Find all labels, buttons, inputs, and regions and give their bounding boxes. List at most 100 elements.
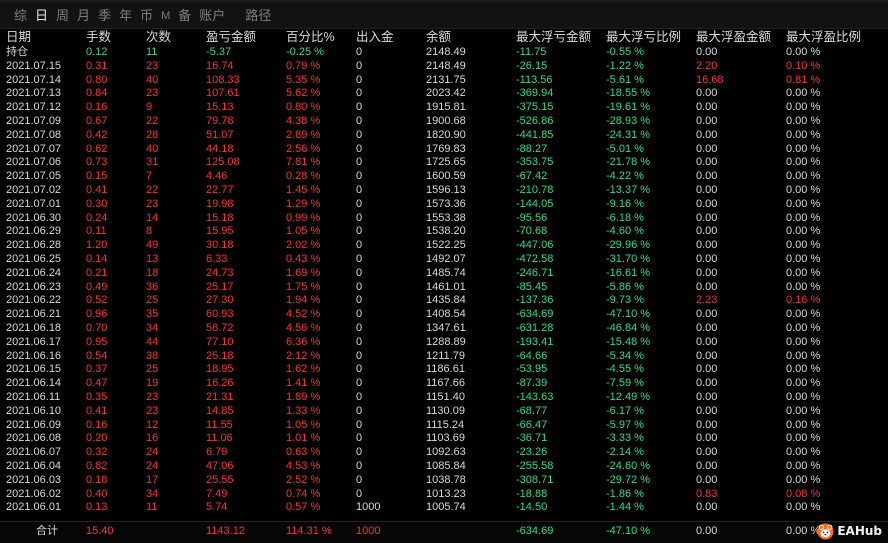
col-header-max-runup[interactable]: 最大浮盈金额 [696,29,771,45]
cell-lots: 0.12 [86,46,108,58]
cell-max-runup-pct: 0.00 % [786,335,821,348]
cell-count: 34 [146,487,159,500]
cell-max-runup-pct: 0.00 % [786,404,821,417]
table-row[interactable]: 2021.07.02 0.41 22 22.77 1.45 % 0 1596.13 -210.… [0,183,888,197]
table-row[interactable]: 2021.07.15 0.31 23 16.74 0.79 % 0 2148.49 -26.1… [0,59,888,73]
cell-max-drawdown: -113.56 [516,73,553,86]
table-row[interactable]: 2021.07.05 0.15 7 4.46 0.28 % 0 1600.59 -67.42 -… [0,169,888,183]
table-row[interactable]: 2021.06.28 1.20 49 30.18 2.02 % 0 1522.25 -447.… [0,238,888,252]
table-row[interactable]: 2021.06.30 0.24 14 15.18 0.99 % 0 1553.38 -95.5… [0,211,888,225]
cell-deposit: 0 [356,432,363,445]
table-row[interactable]: 2021.06.17 0.95 44 77.10 6.36 % 0 1288.89 -193.… [0,335,888,349]
cell-max-drawdown: -137.36 [516,294,554,307]
cell-pnl: 25.17 [206,280,234,293]
cell-deposit: 0 [356,404,363,417]
col-header-lots[interactable]: 手数 [86,29,111,45]
cell-max-runup: 0.00 [696,432,718,445]
tab-overview[interactable]: 综 [14,3,27,29]
table-row[interactable]: 2021.07.07 0.62 40 44.18 2.56 % 0 1769.83 -88.2… [0,142,888,156]
col-header-max-drawdown-pct[interactable]: 最大浮亏比例 [606,29,681,45]
col-header-percent[interactable]: 百分比% [286,29,335,45]
table-row[interactable]: 2021.07.08 0.42 28 51.07 2.89 % 0 1820.90 -441.… [0,128,888,142]
cell-max-drawdown-pct: -0.55 % [606,46,644,58]
cell-max-drawdown-pct: -6.18 % [606,211,644,224]
cell-max-runup-pct: 0.10 % [786,59,821,72]
cell-pnl: 21.31 [206,390,234,403]
cell-max-runup-pct: 0.00 % [786,418,821,431]
table-row[interactable]: 2021.06.11 0.35 23 21.31 1.89 % 0 1151.40 -143.… [0,390,888,404]
cell-max-drawdown-pct: -29.72 % [606,473,651,486]
col-header-date[interactable]: 日期 [6,29,31,45]
cell-max-runup-pct: 0.00 % [786,321,821,334]
table-row[interactable]: 2021.06.22 0.52 25 27.30 1.94 % 0 1435.84 -137.… [0,293,888,307]
cell-count: 22 [146,114,159,127]
cell-deposit: 0 [356,390,363,403]
table-row[interactable]: 2021.06.08 0.20 16 11.06 1.01 % 0 1103.69 -36.7… [0,431,888,445]
open-position-row[interactable]: 持仓 0.12 11 -5.37 -0.25 % 0 2148.49 -11.75 -0.55 … [0,45,888,59]
table-row[interactable]: 2021.07.12 0.16 9 15.13 0.80 % 0 1915.81 -375.1… [0,100,888,114]
cell-pnl: 27.30 [206,294,234,307]
table-row[interactable]: 2021.06.16 0.54 38 25.18 2.12 % 0 1211.79 -64.6… [0,349,888,363]
cell-deposit: 0 [356,211,363,224]
tab-account[interactable]: 账户 [199,3,225,29]
table-row[interactable]: 2021.06.23 0.49 36 25.17 1.75 % 0 1461.01 -85.4… [0,280,888,294]
tab-currency[interactable]: 币 [140,3,153,29]
cell-percent: 1.33 % [286,404,321,417]
table-row[interactable]: 2021.06.07 0.32 24 6.79 0.63 % 0 1092.63 -23.26… [0,445,888,459]
cell-percent: 0.74 % [286,487,321,500]
tab-path[interactable]: 路径 [245,3,271,29]
cell-max-runup: 0.83 [696,487,718,500]
cell-date: 2021.06.02 [6,487,62,500]
col-header-deposit[interactable]: 出入金 [356,29,394,45]
table-row[interactable]: 2021.06.29 0.11 8 15.95 1.05 % 0 1538.20 -70.68… [0,224,888,238]
tab-yearly[interactable]: 年 [119,3,132,29]
table-row[interactable]: 2021.06.01 0.13 11 5.74 0.57 % 1000 1005.74 -14… [0,500,888,514]
cell-pnl: 25.55 [206,473,234,486]
table-row[interactable]: 2021.06.14 0.47 19 16.26 1.41 % 0 1167.66 -87.3… [0,376,888,390]
cell-deposit: 0 [356,294,363,307]
cell-max-runup-pct: 0.00 % [786,252,821,265]
table-row[interactable]: 2021.06.15 0.37 25 18.95 1.62 % 0 1186.61 -53.9… [0,362,888,376]
table-row[interactable]: 2021.06.03 0.18 17 25.55 2.52 % 0 1038.78 -308.… [0,473,888,487]
cell-max-drawdown: -144.05 [516,197,554,210]
table-row[interactable]: 2021.06.18 0.70 34 58.72 4.56 % 0 1347.61 -631.… [0,321,888,335]
table-row[interactable]: 2021.06.25 0.14 13 6.33 0.43 % 0 1492.07 -472.5… [0,252,888,266]
cell-percent: 1.89 % [286,390,321,403]
tab-notes[interactable]: 备 [178,3,191,29]
col-header-count[interactable]: 次数 [146,29,171,45]
cell-balance: 1461.01 [426,280,466,293]
table-row[interactable]: 2021.07.06 0.73 31 125.08 7.81 % 0 1725.65 -353… [0,155,888,169]
col-header-max-drawdown[interactable]: 最大浮亏金额 [516,29,591,45]
cell-max-drawdown-pct: -9.73 % [606,294,644,307]
totals-max-runup-pct: 0.00 % [786,525,821,537]
tab-weekly[interactable]: 周 [56,3,69,29]
cell-deposit: 0 [356,114,363,127]
cell-percent: 1.05 % [286,225,321,238]
table-row[interactable]: 2021.06.21 0.96 35 60.93 4.52 % 0 1408.54 -634.… [0,307,888,321]
tab-quarterly[interactable]: 季 [98,3,111,29]
cell-pnl: 6.79 [206,446,228,459]
col-header-balance[interactable]: 余额 [426,29,451,45]
tab-m[interactable]: M [161,3,170,29]
cell-date: 2021.06.18 [6,321,62,334]
col-header-max-runup-pct[interactable]: 最大浮盈比例 [786,29,861,45]
table-row[interactable]: 2021.07.01 0.30 23 19.98 1.29 % 0 1573.36 -144.… [0,197,888,211]
table-row[interactable]: 2021.06.02 0.40 34 7.49 0.74 % 0 1013.23 -18.88… [0,487,888,501]
cell-max-runup-pct: 0.00 % [786,197,821,210]
col-header-pnl[interactable]: 盈亏金额 [206,29,256,45]
cell-percent: 1.01 % [286,432,321,445]
table-row[interactable]: 2021.06.24 0.21 18 24.73 1.69 % 0 1485.74 -246.… [0,266,888,280]
table-row[interactable]: 2021.06.04 0.82 24 47.06 4.53 % 0 1085.84 -255.… [0,459,888,473]
table-row[interactable]: 2021.07.09 0.67 22 79.78 4.38 % 0 1900.68 -526.… [0,114,888,128]
table-row[interactable]: 2021.07.14 0.80 40 108.33 5.35 % 0 2131.75 -113… [0,73,888,87]
tab-monthly[interactable]: 月 [77,3,90,29]
table-row[interactable]: 2021.06.10 0.41 23 14.85 1.33 % 0 1130.09 -68.7… [0,404,888,418]
tab-daily[interactable]: 日 [35,3,48,29]
cell-max-runup: 0.00 [696,239,718,252]
table-row[interactable]: 2021.07.13 0.84 23 107.61 5.62 % 0 2023.42 -369… [0,86,888,100]
cell-deposit: 0 [356,321,363,334]
cell-lots: 0.18 [86,473,108,486]
cell-pnl: 60.93 [206,308,234,321]
cell-date: 2021.06.22 [6,294,62,307]
table-row[interactable]: 2021.06.09 0.16 12 11.55 1.05 % 0 1115.24 -66.4… [0,418,888,432]
